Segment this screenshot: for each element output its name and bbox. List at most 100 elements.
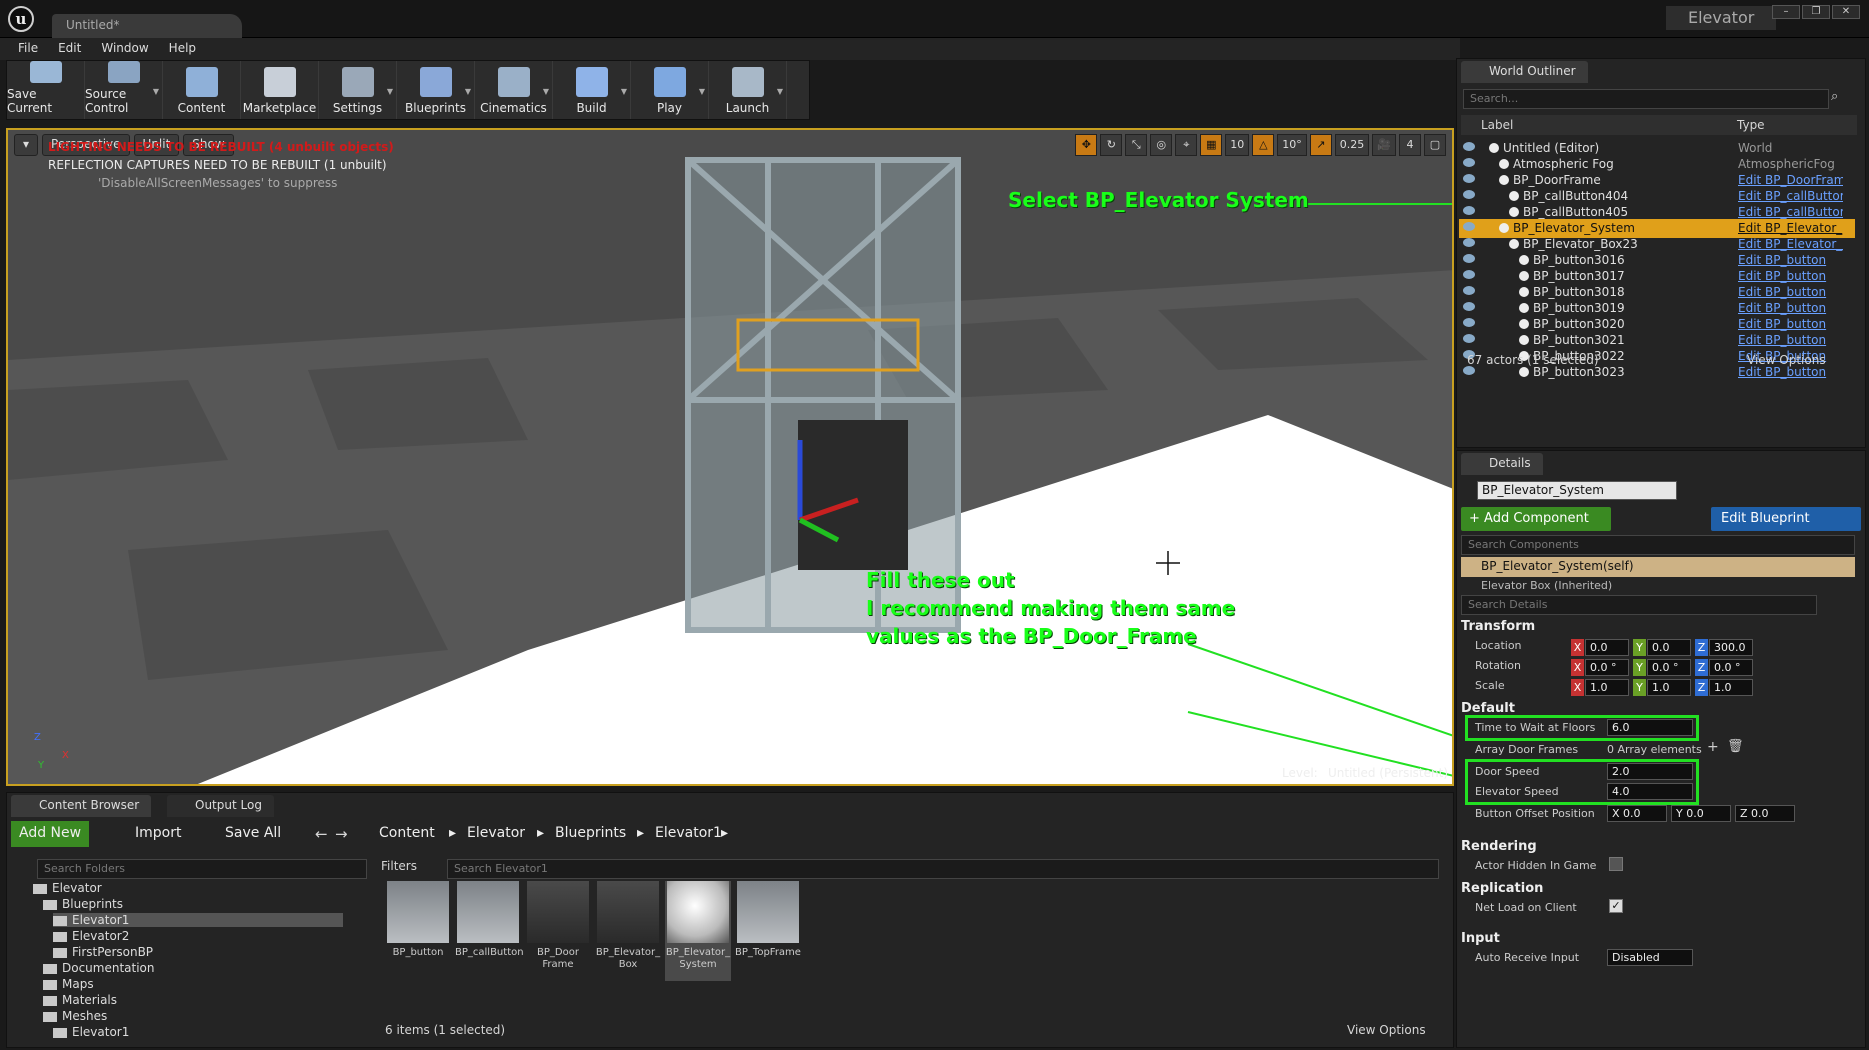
loc-z-field[interactable]: 300.0	[1709, 639, 1753, 656]
scale-snap-value[interactable]: 0.25	[1334, 134, 1370, 156]
visibility-eye-icon[interactable]	[1463, 206, 1475, 215]
outliner-row-type[interactable]: Edit BP_button	[1738, 301, 1843, 315]
category-transform[interactable]: Transform	[1461, 619, 1535, 634]
folder-tree-item[interactable]: Documentation	[43, 961, 155, 975]
outliner-row-type[interactable]: Edit BP_DoorFram	[1738, 173, 1843, 187]
visibility-eye-icon[interactable]	[1463, 366, 1475, 375]
visibility-eye-icon[interactable]	[1463, 254, 1475, 263]
toolbar-button-3[interactable]: Marketplace	[241, 61, 319, 119]
scl-x-field[interactable]: 1.0	[1585, 679, 1629, 696]
scale-tool-icon[interactable]: ⤡	[1125, 134, 1148, 156]
visibility-eye-icon[interactable]	[1463, 238, 1475, 247]
dropdown-arrow-icon[interactable]: ▼	[387, 87, 393, 96]
outliner-row-type[interactable]: Edit BP_callButtor	[1738, 205, 1843, 219]
category-input[interactable]: Input	[1461, 931, 1500, 946]
outliner-row-type[interactable]: Edit BP_Elevator_I	[1738, 237, 1843, 251]
rot-z-field[interactable]: 0.0 °	[1709, 659, 1753, 676]
asset-tile[interactable]: BP_callButton	[455, 881, 524, 981]
toolbar-button-9[interactable]: Launch ▼	[709, 61, 787, 119]
asset-tile[interactable]: BP_Elevator_ Box	[595, 881, 661, 981]
rot-y-field[interactable]: 0.0 °	[1647, 659, 1691, 676]
world-outliner-tab[interactable]: World Outliner	[1461, 61, 1588, 83]
content-browser-tab[interactable]: Content Browser	[11, 795, 152, 817]
breadcrumb-item[interactable]: Elevator1	[655, 825, 722, 841]
rotation-snap-icon[interactable]: △	[1252, 134, 1275, 156]
add-new-button[interactable]: Add New	[11, 821, 90, 847]
folder-tree-item[interactable]: Maps	[43, 977, 94, 991]
folder-tree-item[interactable]: Elevator1	[53, 1025, 129, 1039]
edit-blueprint-button[interactable]: Edit Blueprint	[1711, 507, 1861, 531]
toolbar-button-6[interactable]: Cinematics ▼	[475, 61, 553, 119]
outliner-row-type[interactable]: Edit BP_button	[1738, 253, 1843, 267]
column-type[interactable]: Type	[1737, 118, 1765, 132]
dropdown-arrow-icon[interactable]: ▼	[465, 87, 471, 96]
grid-snap-value[interactable]: 10	[1225, 134, 1250, 156]
folder-tree-item[interactable]: Elevator	[33, 881, 102, 895]
maximize-button[interactable]: ❐	[1802, 5, 1830, 19]
visibility-eye-icon[interactable]	[1463, 142, 1475, 151]
category-replication[interactable]: Replication	[1461, 881, 1543, 896]
visibility-eye-icon[interactable]	[1463, 286, 1475, 295]
button-offset-z[interactable]: Z 0.0	[1735, 805, 1795, 822]
toolbar-button-0[interactable]: Save Current	[7, 61, 85, 119]
outliner-row-type[interactable]: Edit BP_Elevator_	[1738, 221, 1843, 235]
visibility-eye-icon[interactable]	[1463, 190, 1475, 199]
dropdown-arrow-icon[interactable]: ▼	[543, 87, 549, 96]
add-component-button[interactable]: + Add Component	[1461, 507, 1611, 531]
menu-file[interactable]: File	[8, 38, 48, 60]
visibility-eye-icon[interactable]	[1463, 270, 1475, 279]
category-default[interactable]: Default	[1461, 701, 1515, 716]
visibility-eye-icon[interactable]	[1463, 334, 1475, 343]
column-label[interactable]: Label	[1481, 118, 1513, 132]
cb-view-options[interactable]: View Options	[1347, 1023, 1426, 1037]
loc-y-field[interactable]: 0.0	[1647, 639, 1691, 656]
toolbar-button-5[interactable]: Blueprints ▼	[397, 61, 475, 119]
breadcrumb-item[interactable]: Content	[379, 825, 435, 841]
visibility-eye-icon[interactable]	[1463, 302, 1475, 311]
scl-z-field[interactable]: 1.0	[1709, 679, 1753, 696]
net-load-checkbox[interactable]: ✓	[1609, 899, 1623, 913]
outliner-row-type[interactable]: Edit BP_button	[1738, 365, 1843, 379]
outliner-view-options[interactable]: View Options	[1747, 353, 1826, 367]
world-local-icon[interactable]: ◎	[1150, 134, 1173, 156]
trash-icon[interactable]: 🗑	[1727, 739, 1744, 754]
breadcrumb-item[interactable]: Blueprints	[555, 825, 626, 841]
category-rendering[interactable]: Rendering	[1461, 839, 1537, 854]
viewport-options-button[interactable]: ▾	[14, 134, 39, 156]
rot-x-field[interactable]: 0.0 °	[1585, 659, 1629, 676]
toolbar-button-8[interactable]: Play ▼	[631, 61, 709, 119]
outliner-row-type[interactable]: Edit BP_button	[1738, 285, 1843, 299]
scale-label[interactable]: Scale	[1475, 679, 1505, 692]
search-assets[interactable]: Search Elevator1	[447, 859, 1439, 879]
folder-tree-item[interactable]: FirstPersonBP	[53, 945, 153, 959]
outliner-row-type[interactable]: Edit BP_button	[1738, 317, 1843, 331]
filters-button[interactable]: Filters	[381, 859, 417, 873]
search-folders[interactable]: Search Folders	[37, 859, 367, 879]
component-self-row[interactable]: BP_Elevator_System(self)	[1461, 557, 1855, 577]
visibility-eye-icon[interactable]	[1463, 174, 1475, 183]
folder-tree-item[interactable]: Blueprints	[43, 897, 123, 911]
folder-tree-item[interactable]: Meshes	[43, 1009, 107, 1023]
maximize-viewport-icon[interactable]: ▢	[1424, 134, 1446, 156]
folder-tree-item[interactable]: Elevator1	[53, 913, 343, 927]
document-tab[interactable]: Untitled*	[52, 14, 242, 38]
menu-edit[interactable]: Edit	[48, 38, 91, 60]
rotation-label[interactable]: Rotation	[1475, 659, 1521, 672]
visibility-eye-icon[interactable]	[1463, 222, 1475, 231]
search-components[interactable]: Search Components	[1461, 535, 1855, 555]
rotation-snap-value[interactable]: 10°	[1277, 134, 1307, 156]
dropdown-arrow-icon[interactable]: ▼	[777, 87, 783, 96]
location-label[interactable]: Location	[1475, 639, 1522, 652]
button-offset-x[interactable]: X 0.0	[1607, 805, 1667, 822]
breadcrumb-item[interactable]: Elevator	[467, 825, 525, 841]
details-tab[interactable]: Details	[1461, 453, 1543, 475]
dropdown-arrow-icon[interactable]: ▼	[621, 87, 627, 96]
close-button[interactable]: ✕	[1832, 5, 1860, 19]
minimize-button[interactable]: –	[1772, 5, 1800, 19]
asset-tile[interactable]: BP_Door Frame	[525, 881, 591, 981]
actor-hidden-checkbox[interactable]	[1609, 857, 1623, 871]
surface-snap-icon[interactable]: ⌖	[1175, 134, 1198, 156]
back-arrow-icon[interactable]: ←	[315, 825, 328, 843]
actor-name-field[interactable]: BP_Elevator_System	[1477, 481, 1677, 500]
rotate-tool-icon[interactable]: ↻	[1100, 134, 1123, 156]
